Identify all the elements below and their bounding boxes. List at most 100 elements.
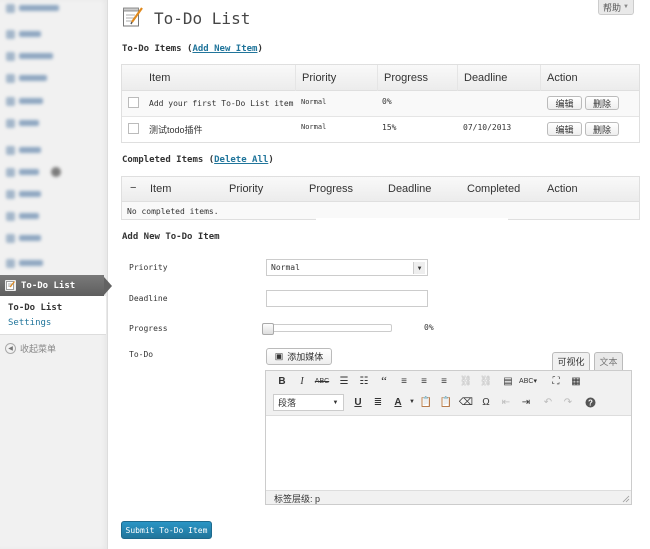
bold-icon[interactable]: B — [274, 374, 290, 388]
resize-handle-icon[interactable] — [622, 495, 630, 503]
omega-icon[interactable]: Ω — [478, 395, 494, 409]
notepad-icon — [5, 280, 16, 291]
numbered-list-icon[interactable]: ☷ — [356, 374, 372, 388]
progress-slider[interactable] — [262, 323, 392, 335]
undo-icon[interactable]: ↶ — [540, 395, 556, 409]
sidebar-item-blurred[interactable] — [6, 51, 53, 61]
align-right-icon[interactable]: ≡ — [436, 374, 452, 388]
add-new-item-link[interactable]: Add New Item — [192, 44, 257, 54]
align-center-icon[interactable]: ≡ — [416, 374, 432, 388]
fullscreen-icon[interactable]: ⛶ — [548, 374, 564, 388]
edit-button[interactable]: 编辑 — [547, 122, 582, 136]
sidebar-item-blurred[interactable] — [6, 96, 43, 106]
paste-text-icon[interactable]: 📋 — [418, 395, 434, 409]
col-header-deadline[interactable]: Deadline — [388, 183, 431, 195]
sidebar-item-blurred[interactable] — [6, 29, 41, 39]
col-header-item[interactable]: Item — [149, 72, 170, 84]
unlink-icon[interactable]: ⛓ — [478, 374, 494, 388]
submit-todo-button[interactable]: Submit To-Do Item — [121, 521, 212, 539]
media-icon: ▣ — [274, 351, 284, 361]
delete-all-link[interactable]: Delete All — [214, 155, 268, 165]
col-header-item[interactable]: Item — [150, 183, 171, 195]
outdent-icon[interactable]: ⇤ — [498, 395, 514, 409]
todo-table: Item Priority Progress Deadline Action A… — [121, 64, 640, 143]
deadline-label: Deadline — [129, 294, 168, 303]
help-label: 帮助 — [603, 2, 622, 13]
chevron-down-icon: ▼ — [413, 262, 425, 274]
strikethrough-icon[interactable]: ABC — [314, 374, 330, 388]
admin-sidebar: To-Do List To-Do List Settings ◀ 收起菜单 — [0, 0, 112, 549]
progress-label: Progress — [129, 324, 168, 333]
sidebar-item-blurred[interactable] — [6, 258, 43, 268]
sidebar-item-blurred[interactable] — [6, 118, 39, 128]
collapse-menu-button[interactable]: ◀ 收起菜单 — [5, 342, 56, 355]
blockquote-icon[interactable]: “ — [376, 373, 392, 388]
italic-icon[interactable]: I — [294, 374, 310, 388]
align-left-icon[interactable]: ≡ — [396, 374, 412, 388]
sidebar-item-todo-list[interactable]: To-Do List — [0, 275, 112, 296]
tab-visual[interactable]: 可视化 — [552, 352, 590, 370]
table-row: No completed items. — [122, 202, 639, 219]
help-button[interactable]: 帮助 ▼ — [598, 0, 634, 15]
col-header-progress[interactable]: Progress — [384, 72, 428, 84]
completed-items-heading: Completed Items (Delete All) — [122, 155, 274, 165]
priority-select[interactable]: Normal ▼ — [266, 259, 428, 276]
delete-button[interactable]: 删除 — [585, 96, 619, 110]
more-tag-icon[interactable]: ▤ — [500, 374, 516, 388]
editor-content-area[interactable] — [266, 415, 631, 491]
priority-label: Priority — [129, 263, 168, 272]
add-form-heading: Add New To-Do Item — [122, 232, 220, 242]
sidebar-submenu: To-Do List Settings — [0, 296, 106, 335]
submenu-todo-list[interactable]: To-Do List — [8, 303, 62, 313]
heading-text: ) — [268, 155, 274, 165]
slider-handle[interactable] — [262, 323, 274, 335]
eraser-icon[interactable]: ⌫ — [458, 395, 474, 409]
empty-message: No completed items. — [127, 207, 219, 216]
sidebar-item-label: To-Do List — [21, 280, 76, 291]
bullet-list-icon[interactable]: ☰ — [336, 374, 352, 388]
sidebar-item-blurred[interactable] — [6, 189, 41, 199]
sidebar-item-blurred[interactable] — [6, 145, 41, 155]
item-text: 测试todo插件 — [149, 125, 203, 135]
collapse-menu-label: 收起菜单 — [20, 344, 57, 354]
sidebar-item-blurred[interactable] — [6, 73, 47, 83]
delete-button[interactable]: 删除 — [585, 122, 619, 136]
row-checkbox[interactable] — [128, 123, 139, 134]
submenu-settings[interactable]: Settings — [8, 318, 51, 328]
edit-button[interactable]: 编辑 — [547, 96, 582, 110]
deadline-input[interactable] — [266, 290, 428, 307]
item-text: Add your first To-Do List item — [149, 99, 294, 108]
sidebar-item-blurred[interactable] — [6, 211, 39, 221]
col-header-progress[interactable]: Progress — [309, 183, 353, 195]
indent-icon[interactable]: ⇥ — [518, 395, 534, 409]
col-header-deadline[interactable]: Deadline — [464, 72, 507, 84]
paste-word-icon[interactable]: 📋 — [438, 395, 454, 409]
add-media-label: 添加媒体 — [287, 352, 324, 362]
border-gap — [316, 218, 508, 221]
table-header: Item Priority Progress Deadline Action — [122, 65, 639, 91]
tab-text[interactable]: 文本 — [594, 352, 623, 370]
notepad-pencil-icon — [122, 6, 144, 28]
table-row: 测试todo插件 Normal 15% 07/10/2013 编辑 删除 — [122, 117, 639, 142]
col-header-priority[interactable]: Priority — [229, 183, 263, 195]
underline-icon[interactable]: U — [350, 395, 366, 409]
deadline-text: 07/10/2013 — [463, 123, 512, 132]
justify-icon[interactable]: ≣ — [370, 395, 386, 409]
sidebar-item-blurred[interactable] — [6, 167, 61, 177]
todo-label: To-Do — [129, 350, 154, 359]
row-checkbox[interactable] — [128, 97, 139, 108]
add-media-button[interactable]: ▣ 添加媒体 — [266, 348, 332, 365]
format-select[interactable]: 段落 ▼ — [273, 394, 344, 411]
priority-text: Normal — [301, 123, 327, 131]
sidebar-item-blurred[interactable] — [6, 3, 59, 13]
svg-text:?: ? — [588, 398, 593, 407]
help-icon[interactable]: ? — [582, 395, 598, 409]
chevron-down-icon: ▼ — [332, 400, 339, 406]
col-header-completed[interactable]: Completed — [467, 183, 520, 195]
spellcheck-icon[interactable]: ABC▾ — [519, 374, 537, 388]
link-icon[interactable]: ⛓ — [458, 374, 474, 388]
col-header-priority[interactable]: Priority — [302, 72, 336, 84]
kitchen-sink-icon[interactable]: ▦ — [568, 374, 584, 388]
redo-icon[interactable]: ↷ — [560, 395, 576, 409]
sidebar-item-blurred[interactable] — [6, 233, 41, 243]
